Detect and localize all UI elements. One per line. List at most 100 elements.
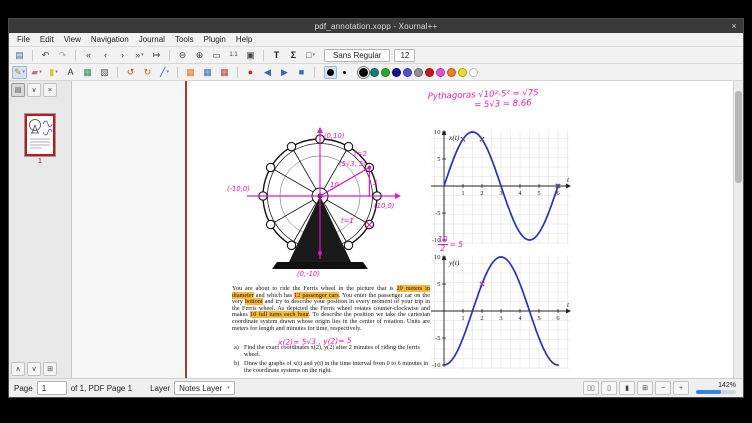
highlight-position-button[interactable]: ▦ (217, 66, 232, 79)
close-icon[interactable]: × (728, 20, 740, 32)
zoom-100-button[interactable]: 1:1 (226, 49, 241, 62)
rotation-snap-button[interactable]: ▦ (200, 66, 215, 79)
statusbar-zoom-in-button[interactable]: + (673, 381, 689, 395)
scroll-up-icon: ∧ (15, 365, 20, 373)
scroll-down-button[interactable]: ∨ (27, 362, 41, 376)
audio-rewind-button[interactable]: ◀ (260, 66, 275, 79)
font-name-button[interactable]: Sans Regular (324, 49, 390, 62)
color-swatch-909090[interactable] (414, 68, 423, 77)
toolbar-separator (169, 50, 170, 61)
menu-file[interactable]: File (12, 35, 35, 44)
title-bar[interactable]: pdf_annotation.xopp - Xournal++ × (9, 19, 743, 33)
duplicate-page-button[interactable]: ⊞ (43, 362, 57, 376)
svg-text:1: 1 (461, 315, 464, 322)
menu-edit[interactable]: Edit (35, 35, 59, 44)
redo-button[interactable]: ↷ (55, 49, 70, 62)
color-swatch-5050e0[interactable] (403, 68, 412, 77)
color-swatch-101090[interactable] (392, 68, 401, 77)
zoom-slider[interactable] (696, 390, 736, 394)
audio-rewind-icon: ◀ (264, 68, 271, 77)
color-swatch-000000[interactable] (359, 68, 368, 77)
menu-navigation[interactable]: Navigation (86, 35, 134, 44)
nav-first-page-icon: « (86, 51, 91, 60)
fill-color-indicator[interactable] (486, 68, 495, 77)
color-swatch-20b020[interactable] (381, 68, 390, 77)
svg-text:-5: -5 (435, 335, 440, 342)
nav-next-page-button[interactable]: › (115, 49, 130, 62)
svg-text:10: 10 (434, 254, 441, 261)
color-swatch-ffffff[interactable] (469, 68, 478, 77)
pen-tool-button[interactable]: ✎▾ (12, 66, 27, 79)
nav-last-page-button[interactable]: »▾ (132, 49, 147, 62)
presentation-mode-icon: ▮ (625, 384, 629, 392)
select-rect-button[interactable]: ▧ (97, 66, 112, 79)
menu-help[interactable]: Help (231, 35, 257, 44)
layout-button[interactable]: ⊞ (637, 381, 653, 395)
highlighter-tool-button[interactable]: ▮▾ (46, 66, 61, 79)
single-page-view-button[interactable]: ▯ (601, 381, 617, 395)
color-swatch-f08020[interactable] (447, 68, 456, 77)
page-number-input[interactable]: 1 (37, 381, 67, 395)
text-insert-button[interactable]: A (63, 66, 78, 79)
toolbar-separator (117, 67, 118, 78)
highlighter-tool-icon: ▮ (49, 68, 54, 77)
drawing-canvas[interactable]: (0,10) (-10,0) (10,0) (0,-10) t=2 (5√3, … (72, 81, 743, 378)
nav-prev-page-button[interactable]: ‹ (98, 49, 113, 62)
two-page-view-button[interactable]: ▯▯ (583, 381, 599, 395)
color-swatch-f050d0[interactable] (436, 68, 445, 77)
preview-pane-tab[interactable]: ▤ (11, 83, 25, 97)
audio-stop-button[interactable]: ■ (294, 66, 309, 79)
shape-recognizer-button[interactable]: ↺ (123, 66, 138, 79)
page-thumbnail[interactable] (25, 114, 55, 156)
zoom-in-icon: ⊕ (196, 51, 204, 60)
zoom-in-button[interactable]: ⊕ (192, 49, 207, 62)
text-tool-button[interactable]: T (269, 49, 284, 62)
fullscreen-button[interactable]: ▣ (243, 49, 258, 62)
color-swatch-e8e020[interactable] (458, 68, 467, 77)
scroll-up-button[interactable]: ∧ (11, 362, 25, 376)
graph-x-of-t: 123456105-5-10x(t)t (426, 126, 576, 248)
vertical-scrollbar[interactable] (733, 81, 743, 378)
wheel-label-left: (-10,0) (227, 185, 250, 193)
pane-close-button[interactable]: × (43, 83, 57, 97)
toolbar-separator (75, 50, 76, 61)
presentation-mode-button[interactable]: ▮ (619, 381, 635, 395)
thickness-medium-button[interactable] (324, 66, 337, 79)
font-size-spinner[interactable]: 12 (394, 49, 415, 62)
pane-collapse-button[interactable]: ∨ (27, 83, 41, 97)
audio-play-button[interactable]: ▶ (277, 66, 292, 79)
draw-line-icon: ╱ (160, 68, 165, 77)
vertical-scrollbar-thumb[interactable] (735, 91, 742, 183)
math-tex-button[interactable]: Σ (286, 49, 301, 62)
audio-record-button[interactable]: ● (243, 66, 258, 79)
wheel-label-t2: t=2 (354, 150, 367, 158)
color-swatch-d01818[interactable] (425, 68, 434, 77)
nav-last-page-icon: » (135, 51, 140, 60)
grid-snap-button[interactable]: ▦ (183, 66, 198, 79)
shape-recognizer-icon: ↺ (127, 68, 135, 77)
wheel-label-height: 5 (373, 179, 377, 187)
undo-button[interactable]: ↶ (38, 49, 53, 62)
thickness-fine-button[interactable] (338, 66, 351, 79)
eraser-tool-button[interactable]: ▰▾ (29, 66, 44, 79)
menu-plugin[interactable]: Plugin (199, 35, 231, 44)
layer-select[interactable]: Notes Layer ▾ (174, 381, 235, 395)
ruler-button[interactable]: ↻ (140, 66, 155, 79)
zoom-fit-button[interactable]: ▭ (209, 49, 224, 62)
menu-view[interactable]: View (59, 35, 86, 44)
statusbar-right: ▯▯▯▮⊞−+ 142% (583, 381, 738, 395)
goto-page-button[interactable]: ↦ (149, 49, 164, 62)
svg-text:5: 5 (537, 190, 540, 197)
toolbar-separator (263, 50, 264, 61)
statusbar-zoom-out-button[interactable]: − (655, 381, 671, 395)
image-insert-button[interactable]: ▦ (80, 66, 95, 79)
color-swatch-0f7f7f[interactable] (370, 68, 379, 77)
menu-journal[interactable]: Journal (134, 35, 170, 44)
draw-line-button[interactable]: ╱▾ (157, 66, 172, 79)
menu-tools[interactable]: Tools (170, 35, 199, 44)
nav-first-page-button[interactable]: « (81, 49, 96, 62)
ruler-icon: ↻ (144, 68, 152, 77)
zoom-out-button[interactable]: ⊖ (175, 49, 190, 62)
save-button[interactable]: ▤ (12, 49, 27, 62)
shape-tool-button[interactable]: □▾ (303, 49, 318, 62)
